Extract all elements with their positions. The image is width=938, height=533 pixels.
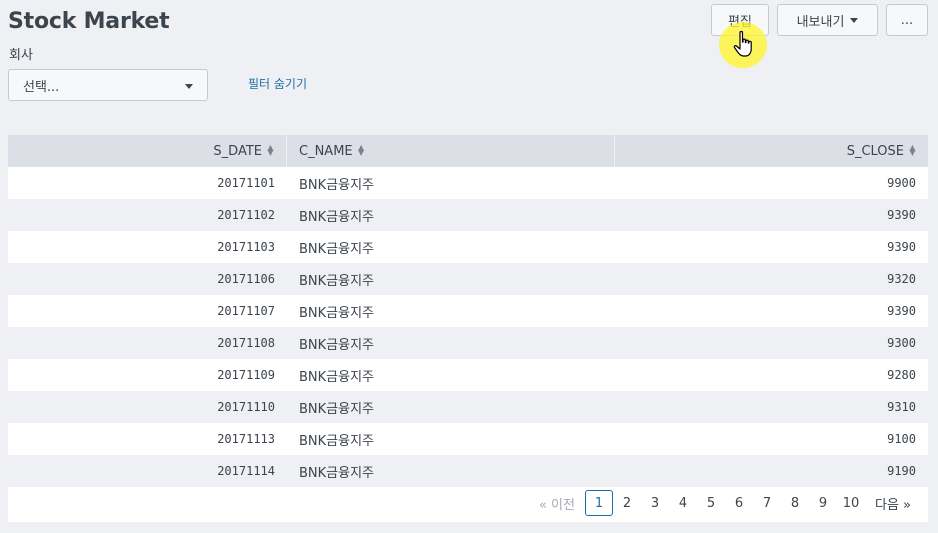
table-row: 20171103 BNK금융지주 9390 bbox=[8, 231, 928, 263]
cell-c-name: BNK금융지주 bbox=[299, 273, 375, 289]
cell-c-name: BNK금융지주 bbox=[299, 401, 375, 417]
page-link-8[interactable]: 8 bbox=[781, 490, 809, 516]
page-title: Stock Market bbox=[8, 9, 170, 34]
company-filter-label: 회사 bbox=[9, 48, 33, 63]
table-header: S_DATE ▲ ▼ C_NAME ▲ ▼ S_CLOSE ▲ ▼ bbox=[8, 135, 928, 167]
company-select-value: 선택... bbox=[23, 79, 60, 95]
table-row: 20171109 BNK금융지주 9280 bbox=[8, 359, 928, 391]
cell-s-close: 9310 bbox=[887, 400, 916, 414]
page-link-10[interactable]: 10 bbox=[837, 490, 865, 516]
cell-s-close: 9280 bbox=[887, 368, 916, 382]
column-header-label: S_CLOSE bbox=[846, 143, 904, 159]
cell-s-close: 9320 bbox=[887, 272, 916, 286]
cell-s-date: 20171110 bbox=[217, 400, 275, 414]
cell-s-date: 20171102 bbox=[217, 208, 275, 222]
hand-cursor-icon bbox=[733, 30, 752, 57]
prev-page-link: « 이전 bbox=[538, 497, 575, 513]
export-button[interactable]: 내보내기 bbox=[777, 4, 878, 36]
next-page-link[interactable]: 다음 » bbox=[873, 490, 913, 516]
page-link-4[interactable]: 4 bbox=[669, 490, 697, 516]
column-header-label: C_NAME bbox=[299, 143, 353, 159]
column-header-label: S_DATE bbox=[213, 143, 262, 159]
cell-s-close: 9190 bbox=[887, 464, 916, 478]
cell-c-name: BNK금융지주 bbox=[299, 305, 375, 321]
cell-s-close: 9900 bbox=[887, 176, 916, 190]
cell-s-date: 20171106 bbox=[217, 272, 275, 286]
cell-s-close: 9390 bbox=[887, 208, 916, 222]
table-row: 20171101 BNK금융지주 9900 bbox=[8, 167, 928, 199]
cell-s-date: 20171101 bbox=[217, 176, 275, 190]
column-header-s-date[interactable]: S_DATE ▲ ▼ bbox=[8, 135, 287, 167]
cell-c-name: BNK금융지주 bbox=[299, 337, 375, 353]
page-link-7[interactable]: 7 bbox=[753, 490, 781, 516]
pagination: « 이전 1 2 3 4 5 6 7 8 9 10 다음 » bbox=[537, 490, 913, 516]
table-row: 20171106 BNK금융지주 9320 bbox=[8, 263, 928, 295]
sort-icon: ▲ ▼ bbox=[909, 143, 916, 157]
cell-c-name: BNK금융지주 bbox=[299, 369, 375, 385]
page-link-5[interactable]: 5 bbox=[697, 490, 725, 516]
table-row: 20171110 BNK금융지주 9310 bbox=[8, 391, 928, 423]
cell-c-name: BNK금융지주 bbox=[299, 241, 375, 257]
caret-down-icon bbox=[850, 17, 859, 23]
company-select[interactable]: 선택... bbox=[8, 69, 208, 101]
hide-filters-link[interactable]: 필터 숨기기 bbox=[248, 75, 307, 92]
cell-s-close: 9300 bbox=[887, 336, 916, 350]
page-link-1[interactable]: 1 bbox=[584, 490, 613, 516]
export-button-label: 내보내기 bbox=[796, 14, 845, 30]
caret-down-icon bbox=[185, 84, 193, 89]
cell-s-date: 20171107 bbox=[217, 304, 275, 318]
cell-s-close: 9100 bbox=[887, 432, 916, 446]
sort-icon: ▲ ▼ bbox=[358, 143, 365, 157]
table-row: 20171107 BNK금융지주 9390 bbox=[8, 295, 928, 327]
page-link-9[interactable]: 9 bbox=[809, 490, 837, 516]
page-link-6[interactable]: 6 bbox=[725, 490, 753, 516]
column-header-c-name[interactable]: C_NAME ▲ ▼ bbox=[287, 135, 615, 167]
column-header-s-close[interactable]: S_CLOSE ▲ ▼ bbox=[615, 135, 928, 167]
page-link-3[interactable]: 3 bbox=[641, 490, 669, 516]
table-row: 20171114 BNK금융지주 9190 bbox=[8, 455, 928, 487]
cell-c-name: BNK금융지주 bbox=[299, 433, 375, 449]
cell-c-name: BNK금융지주 bbox=[299, 209, 375, 225]
stock-table: S_DATE ▲ ▼ C_NAME ▲ ▼ S_CLOSE ▲ ▼ 20171101 … bbox=[8, 135, 928, 487]
more-actions-button[interactable]: ... bbox=[886, 4, 928, 36]
cell-s-date: 20171109 bbox=[217, 368, 275, 382]
cell-c-name: BNK금융지주 bbox=[299, 465, 375, 481]
cell-s-close: 9390 bbox=[887, 240, 916, 254]
table-row: 20171108 BNK금융지주 9300 bbox=[8, 327, 928, 359]
table-row: 20171102 BNK금융지주 9390 bbox=[8, 199, 928, 231]
cell-s-date: 20171103 bbox=[217, 240, 275, 254]
cell-c-name: BNK금융지주 bbox=[299, 177, 375, 193]
cell-s-date: 20171108 bbox=[217, 336, 275, 350]
cell-s-close: 9390 bbox=[887, 304, 916, 318]
sort-icon: ▲ ▼ bbox=[267, 143, 274, 157]
cell-s-date: 20171113 bbox=[217, 432, 275, 446]
page-link-2[interactable]: 2 bbox=[613, 490, 641, 516]
pagination-bar: « 이전 1 2 3 4 5 6 7 8 9 10 다음 » bbox=[8, 487, 928, 522]
cell-s-date: 20171114 bbox=[217, 464, 275, 478]
table-row: 20171113 BNK금융지주 9100 bbox=[8, 423, 928, 455]
